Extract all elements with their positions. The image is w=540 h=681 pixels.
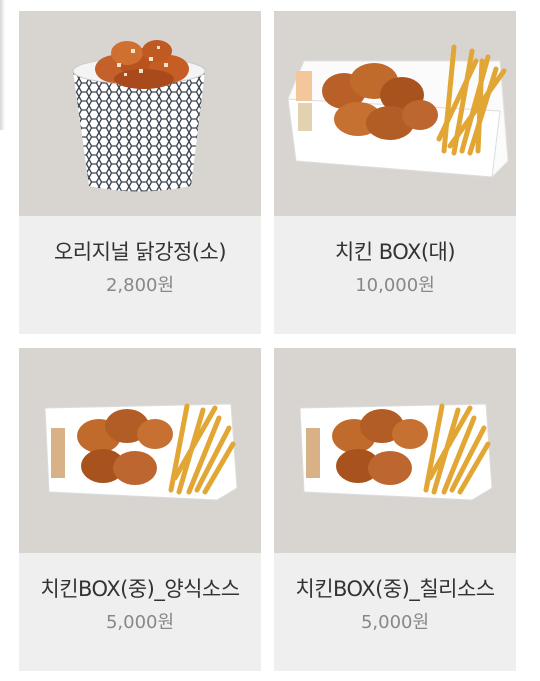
chicken-box-large-icon [287, 44, 509, 178]
product-card[interactable]: 치킨BOX(중)_양식소스 5,000원 [19, 348, 261, 671]
product-card[interactable]: 치킨BOX(중)_칠리소스 5,000원 [274, 348, 516, 671]
product-name: 치킨 BOX(대) [334, 240, 456, 264]
product-image [274, 348, 516, 553]
chicken-cup-icon [72, 40, 206, 192]
product-image [19, 11, 261, 216]
product-price: 5,000원 [105, 612, 175, 633]
menu-page: 오리지널 닭강정(소) 2,800원 치킨 BOX(대) 10,000원 치킨B… [0, 0, 540, 681]
product-info: 치킨BOX(중)_칠리소스 5,000원 [274, 553, 516, 671]
product-info: 치킨 BOX(대) 10,000원 [274, 216, 516, 334]
edge-shadow [0, 0, 5, 130]
product-price: 5,000원 [360, 612, 430, 633]
product-name: 치킨BOX(중)_양식소스 [40, 577, 240, 601]
product-price: 10,000원 [355, 275, 435, 296]
chicken-box-medium-icon [299, 403, 493, 501]
product-card[interactable]: 오리지널 닭강정(소) 2,800원 [19, 11, 261, 334]
product-info: 치킨BOX(중)_양식소스 5,000원 [19, 553, 261, 671]
product-info: 오리지널 닭강정(소) 2,800원 [19, 216, 261, 334]
product-image [19, 348, 261, 553]
product-grid: 오리지널 닭강정(소) 2,800원 치킨 BOX(대) 10,000원 치킨B… [19, 11, 516, 671]
product-image [274, 11, 516, 216]
product-price: 2,800원 [105, 275, 175, 296]
product-card[interactable]: 치킨 BOX(대) 10,000원 [274, 11, 516, 334]
product-name: 오리지널 닭강정(소) [53, 240, 227, 264]
product-name: 치킨BOX(중)_칠리소스 [295, 577, 495, 601]
chicken-box-medium-icon [44, 403, 238, 501]
